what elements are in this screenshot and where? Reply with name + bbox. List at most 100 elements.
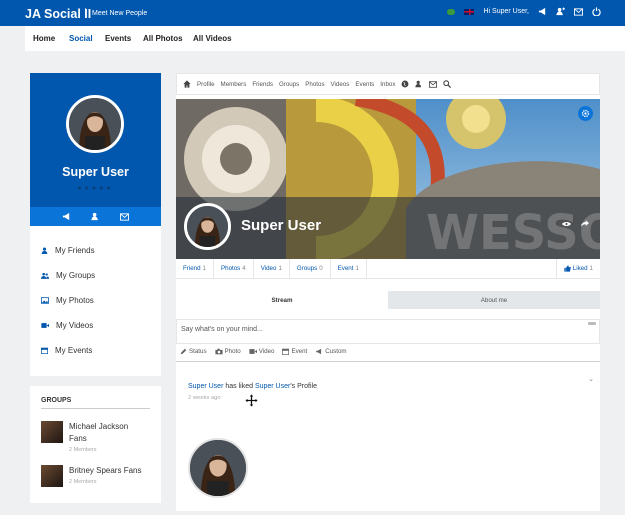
tool-event[interactable]: Event [282,348,307,355]
profile-card: Super User ●●●●● My Friends My Groups My… [30,73,161,376]
stat-count: 1 [355,265,359,272]
stat-count: 0 [319,265,323,272]
nav-all-photos[interactable]: All Photos [143,34,183,43]
nav-home[interactable]: Home [33,34,55,43]
activity-suffix: 's Profile [290,383,317,390]
tool-status[interactable]: Status [180,348,207,355]
tool-custom[interactable]: Custom [315,348,347,355]
profile-main: Profile Members Friends Groups Photos Vi… [176,73,600,511]
megaphone-icon[interactable] [62,212,71,221]
profile-name[interactable]: Super User [30,165,161,179]
activity-verb: has liked [223,383,255,390]
like-count: 1 [589,265,593,272]
brand-divider [85,8,86,18]
video-icon [249,349,257,354]
like-button[interactable]: Liked 1 [555,258,600,279]
activity-target-link[interactable]: Super User [255,383,290,390]
group-thumbnail[interactable] [41,465,63,487]
group-name[interactable]: Michael Jackson Fans [69,421,139,445]
composer-placeholder: Say what's on your mind... [181,326,263,333]
toolbar-videos[interactable]: Videos [331,81,350,88]
activity-avatar[interactable] [188,438,248,498]
friend-request-icon[interactable] [556,7,565,16]
stat-videos[interactable]: Video 1 [254,258,290,279]
eye-icon[interactable] [562,221,571,227]
toolbar-inbox[interactable]: Inbox [380,81,395,88]
calendar-icon [41,347,48,354]
menu-my-videos[interactable]: My Videos [30,313,161,338]
status-composer[interactable]: Say what's on your mind... [176,319,600,344]
toolbar-friends[interactable]: Friends [252,81,273,88]
profile-menu: My Friends My Groups My Photos My Videos… [30,238,161,363]
megaphone-icon[interactable] [538,7,547,16]
menu-my-groups[interactable]: My Groups [30,263,161,288]
calendar-icon [282,348,290,355]
site-logo[interactable]: JA Social II [25,7,91,21]
mail-icon[interactable] [574,7,583,16]
language-flag-icon[interactable] [447,8,456,15]
english-flag-icon[interactable] [464,8,475,15]
stat-label: Groups [296,265,318,272]
tool-video[interactable]: Video [249,348,274,355]
tab-about-me[interactable]: About me [388,291,600,309]
friend-request-icon[interactable] [415,80,423,88]
tool-photo[interactable]: Photo [214,348,241,355]
profile-quick-actions [30,207,161,226]
cover-photo[interactable]: WESSO Super User [176,99,600,259]
composer-resize-handle[interactable] [588,322,596,325]
toolbar-events[interactable]: Events [355,81,374,88]
menu-my-friends[interactable]: My Friends [30,238,161,263]
group-item[interactable]: Michael Jackson Fans 2 Members [41,421,139,453]
group-name[interactable]: Britney Spears Fans [69,465,149,477]
profile-toolbar: Profile Members Friends Groups Photos Vi… [176,73,600,95]
search-icon[interactable] [443,80,452,88]
menu-my-photos[interactable]: My Photos [30,288,161,313]
home-icon[interactable] [183,80,191,88]
profile-rating: ●●●●● [77,185,114,192]
menu-label: My Videos [56,321,94,330]
stat-label: Friend [183,265,201,272]
mail-icon[interactable] [429,80,438,88]
site-tagline: Meet New People [92,10,148,17]
stat-events[interactable]: Event 1 [331,258,367,279]
stat-count: 1 [202,265,206,272]
share-icon[interactable] [581,220,589,227]
toolbar-groups[interactable]: Groups [279,81,299,88]
group-item[interactable]: Britney Spears Fans 2 Members [41,465,149,487]
activity-timestamp: 2 weeks ago [188,395,221,401]
tool-label: Event [291,348,308,355]
nav-social[interactable]: Social [69,34,93,43]
groups-title: GROUPS [41,397,72,404]
stat-count: 1 [278,265,282,272]
stat-count: 4 [242,265,246,272]
activity-actor-link[interactable]: Super User [188,383,223,390]
nav-all-videos[interactable]: All Videos [193,34,232,43]
cover-avatar[interactable] [184,203,231,250]
nav-events[interactable]: Events [105,34,131,43]
groups-icon [41,272,49,279]
tool-label: Status [189,348,207,355]
photo-icon [41,297,49,304]
mail-icon[interactable] [120,212,129,221]
globe-icon[interactable] [401,80,409,88]
toolbar-photos[interactable]: Photos [305,81,324,88]
groups-divider [41,408,150,409]
chevron-down-icon[interactable]: ⌄ [588,375,594,383]
stat-groups[interactable]: Groups 0 [290,258,331,279]
megaphone-icon [316,348,322,355]
menu-my-events[interactable]: My Events [30,338,161,363]
stat-friends[interactable]: Friend 1 [176,258,214,279]
tool-label: Photo [224,348,241,355]
avatar[interactable] [66,95,124,153]
tab-stream[interactable]: Stream [176,291,388,309]
greeting-text[interactable]: Hi Super User, [483,8,529,15]
toolbar-members[interactable]: Members [221,81,247,88]
stat-photos[interactable]: Photos 4 [214,258,254,279]
menu-label: My Photos [56,296,94,305]
power-icon[interactable] [592,7,601,16]
friend-request-icon[interactable] [91,212,100,221]
group-thumbnail[interactable] [41,421,63,443]
cover-user-name[interactable]: Super User [241,217,321,234]
cover-settings-button[interactable] [578,106,593,121]
toolbar-profile[interactable]: Profile [197,81,215,88]
